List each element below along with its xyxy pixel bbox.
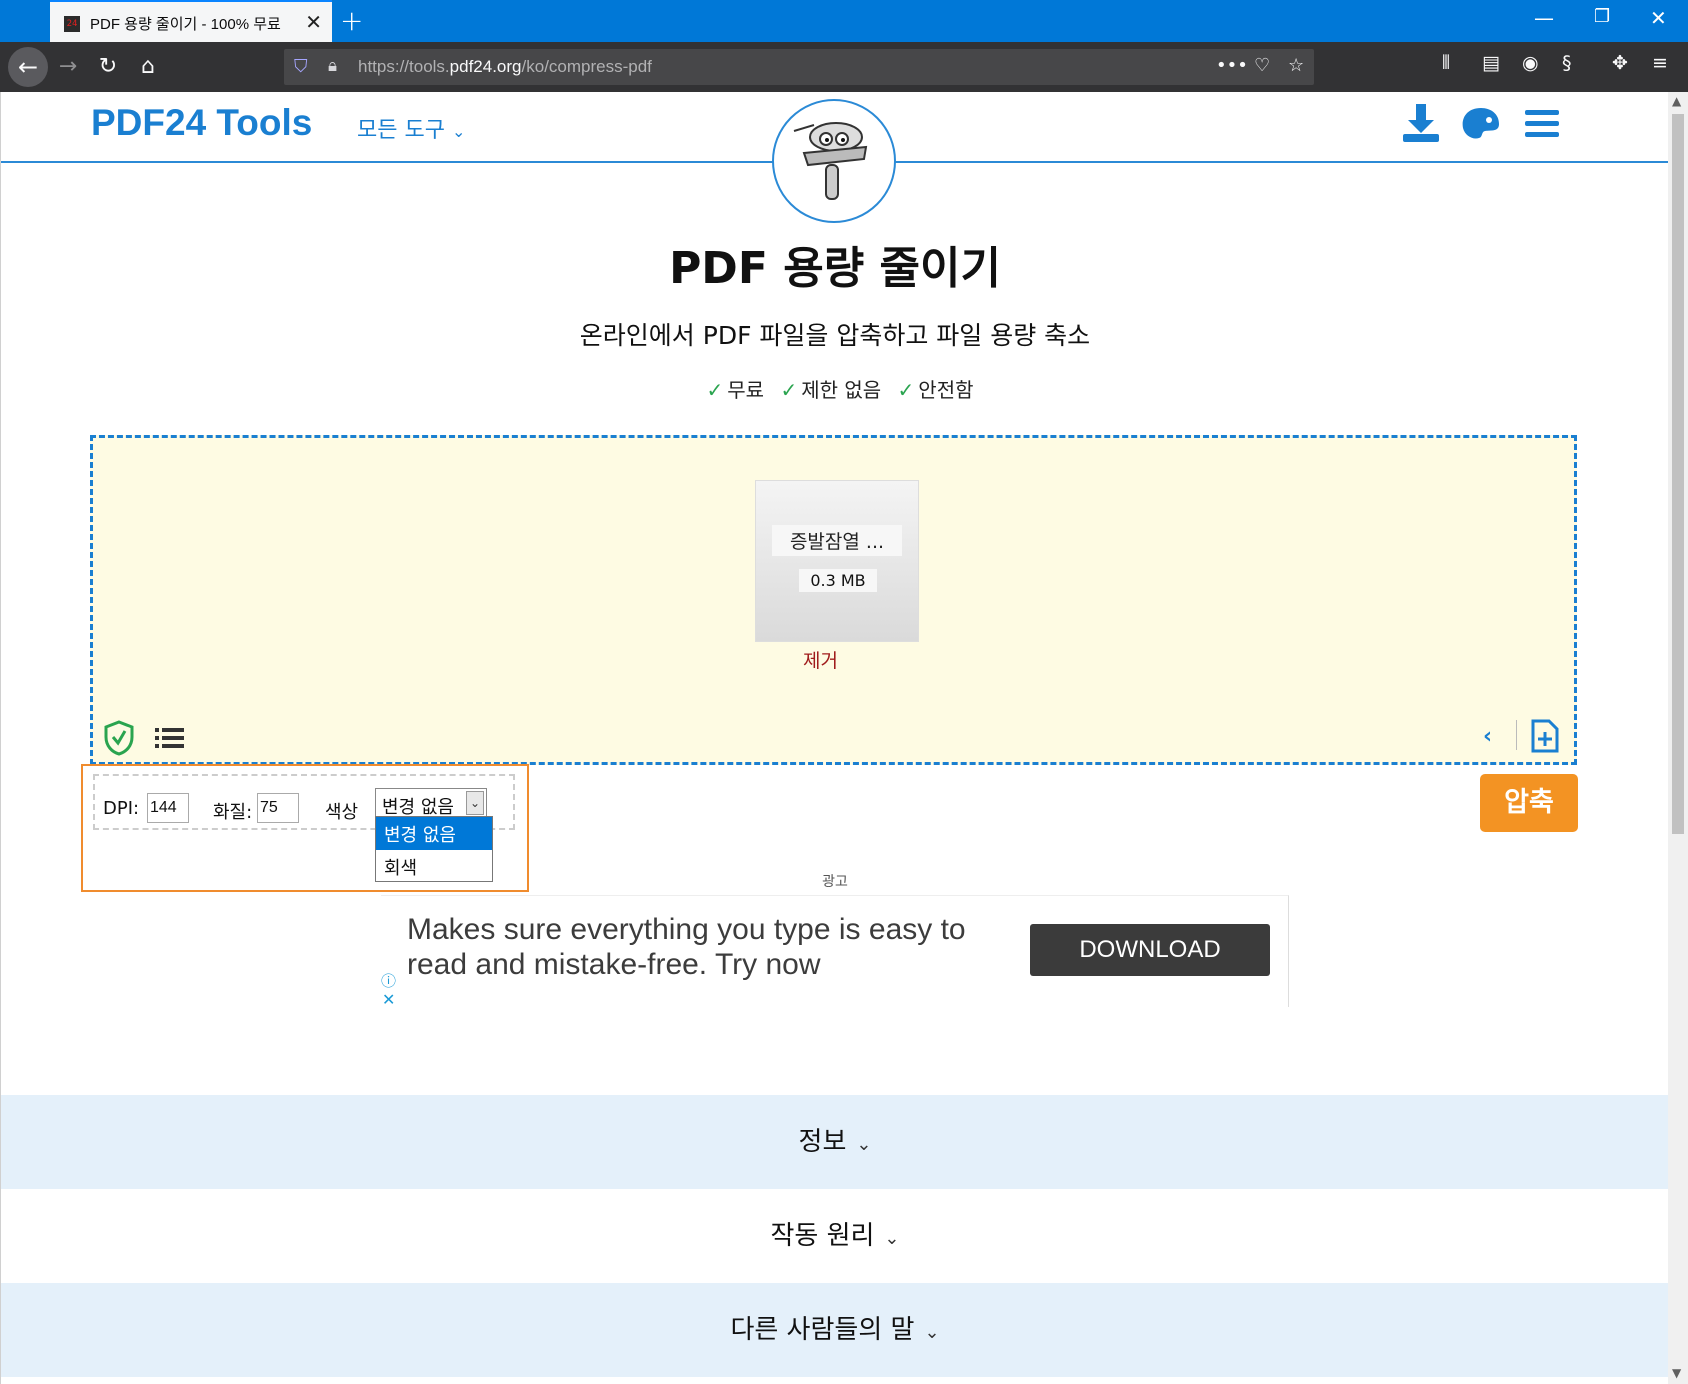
add-file-icon[interactable] [1530, 719, 1560, 757]
download-app-icon[interactable] [1399, 102, 1443, 150]
chevron-down-icon[interactable]: ⌄ [466, 791, 484, 815]
tab-title: PDF 용량 줄이기 - 100% 무료 [90, 16, 281, 33]
tab-close-icon[interactable]: ✕ [305, 10, 322, 34]
section-how-it-works[interactable]: 작동 원리 ⌄ [1, 1189, 1668, 1283]
security-shield-icon[interactable] [104, 720, 134, 760]
file-card[interactable]: 증발잠열 ... 0.3 MB [755, 480, 919, 642]
pdf24-favicon-icon: 24 [64, 16, 80, 32]
browser-tab-bar: 24 PDF 용량 줄이기 - 100% 무료 ✕ + — ❐ ✕ [0, 0, 1688, 42]
feature-free: 무료 [727, 378, 765, 402]
chevron-down-icon: ⌄ [856, 1134, 872, 1155]
chevron-down-icon: ⌄ [884, 1228, 900, 1249]
compress-button[interactable]: 압축 [1480, 774, 1578, 832]
window-close-icon[interactable]: ✕ [1650, 6, 1667, 30]
lock-icon[interactable]: 🔒︎ [328, 56, 337, 76]
section-testimonials[interactable]: 다른 사람들의 말 ⌄ [1, 1283, 1668, 1377]
url-text[interactable]: https://tools.pdf24.org/ko/compress-pdf [358, 57, 652, 77]
check-icon: ✓ [897, 378, 915, 402]
file-dropzone[interactable]: 증발잠열 ... 0.3 MB 제거 ‹ [90, 435, 1577, 765]
ad-info-icon[interactable]: ⓘ [381, 970, 396, 991]
forward-arrow-icon[interactable]: → [52, 51, 84, 83]
ad-close-icon[interactable]: ✕ [382, 990, 395, 1009]
theme-palette-icon[interactable] [1459, 102, 1503, 150]
back-arrow-icon[interactable]: ← [8, 47, 48, 87]
browser-toolbar: ← → ↻ ⌂ ⛉ 🔒︎ https://tools.pdf24.org/ko/… [0, 42, 1688, 92]
scrollbar-thumb[interactable] [1672, 114, 1684, 834]
chevron-down-icon: ⌄ [451, 122, 466, 141]
check-icon: ✓ [780, 378, 798, 402]
home-icon[interactable]: ⌂ [132, 51, 164, 83]
color-label: 색상 [325, 802, 359, 823]
reload-icon[interactable]: ↻ [92, 51, 124, 83]
quality-input[interactable] [257, 793, 299, 823]
feature-unlimited: 제한 없음 [801, 378, 882, 402]
extensions-puzzle-icon[interactable]: ✥ [1612, 52, 1628, 74]
file-name: 증발잠열 ... [772, 525, 902, 556]
all-tools-label: 모든 도구 [357, 118, 445, 143]
account-icon[interactable]: ◉ [1522, 52, 1539, 74]
color-option-no-change[interactable]: 변경 없음 [376, 817, 492, 850]
dpi-input[interactable] [147, 793, 189, 823]
menu-hamburger-icon[interactable] [1523, 102, 1561, 150]
pocket-icon[interactable]: ♡ [1254, 55, 1270, 76]
section-info-label: 정보 [798, 1127, 847, 1157]
color-select[interactable]: 변경 없음 ⌄ [375, 788, 487, 818]
file-size: 0.3 MB [799, 569, 877, 592]
chevron-left-icon[interactable]: ‹ [1483, 724, 1492, 749]
feature-list: ✓ 무료 ✓ 제한 없음 ✓ 안전함 [1, 374, 1668, 403]
browser-tab[interactable]: 24 PDF 용량 줄이기 - 100% 무료 ✕ [50, 0, 332, 42]
section-testimonials-label: 다른 사람들의 말 [730, 1315, 915, 1345]
chevron-down-icon: ⌄ [924, 1322, 940, 1343]
sidebar-icon[interactable]: ▤ [1482, 52, 1500, 74]
list-view-icon[interactable] [155, 726, 185, 754]
bookmark-star-icon[interactable]: ☆ [1288, 55, 1304, 76]
tracking-shield-icon[interactable]: ⛉ [294, 56, 308, 77]
library-icon[interactable]: ⫴ [1442, 52, 1450, 74]
section-info[interactable]: 정보 ⌄ [1, 1095, 1668, 1189]
toolbar-divider [1516, 720, 1517, 750]
ad-label: 광고 [822, 874, 848, 890]
minimize-icon[interactable]: — [1534, 6, 1554, 30]
url-bar[interactable]: ⛉ 🔒︎ https://tools.pdf24.org/ko/compress… [284, 49, 1314, 85]
brand-logo[interactable]: PDF24 Tools [91, 102, 312, 144]
menu-hamburger-icon[interactable]: ≡ [1652, 52, 1668, 74]
page-content: PDF24 Tools 모든 도구 ⌄ PDF 용량 줄이기 온라인에서 PDF… [0, 92, 1668, 1384]
page-actions-icon[interactable]: ••• [1216, 55, 1248, 76]
quality-label: 화질: [213, 802, 253, 823]
mascot-image [772, 99, 896, 223]
new-tab-plus-icon[interactable]: + [340, 4, 363, 37]
restore-icon[interactable]: ❐ [1594, 6, 1610, 27]
page-title: PDF 용량 줄이기 [669, 243, 1001, 294]
ad-download-button[interactable]: DOWNLOAD [1030, 924, 1270, 976]
all-tools-menu[interactable]: 모든 도구 ⌄ [357, 112, 465, 144]
page-scrollbar[interactable]: ▲ ▼ [1668, 92, 1688, 1384]
check-icon: ✓ [706, 378, 724, 402]
remove-file-link[interactable]: 제거 [803, 646, 838, 673]
scroll-up-icon[interactable]: ▲ [1672, 94, 1681, 108]
scroll-down-icon[interactable]: ▼ [1672, 1366, 1681, 1380]
section-how-label: 작동 원리 [770, 1221, 875, 1251]
ad-text[interactable]: Makes sure everything you type is easy t… [407, 912, 967, 982]
advertisement[interactable]: Makes sure everything you type is easy t… [381, 895, 1289, 1009]
feature-secure: 안전함 [918, 378, 974, 402]
dpi-label: DPI: [103, 798, 140, 819]
extension-icon[interactable]: § [1562, 52, 1572, 74]
page-subtitle: 온라인에서 PDF 파일을 압축하고 파일 용량 축소 [579, 321, 1091, 350]
